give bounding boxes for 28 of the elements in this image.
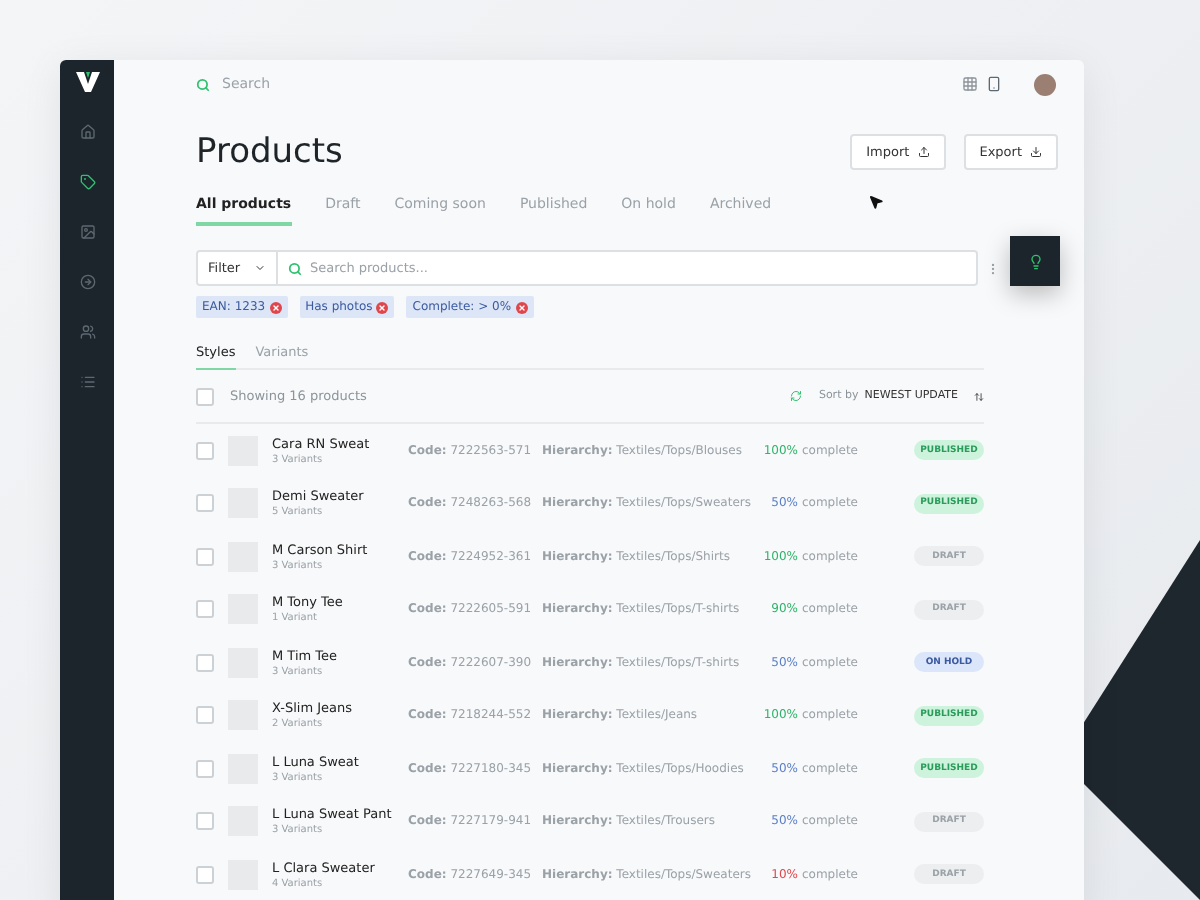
- row-checkbox[interactable]: [196, 547, 214, 566]
- search-icon: [288, 261, 302, 275]
- lightbulb-icon: [1027, 253, 1043, 269]
- page-title: Products: [196, 132, 345, 172]
- remove-icon[interactable]: [515, 301, 528, 313]
- row-checkbox[interactable]: [196, 865, 214, 884]
- select-all-checkbox[interactable]: [196, 387, 214, 405]
- download-icon: [1030, 146, 1042, 158]
- row-checkbox[interactable]: [196, 653, 214, 672]
- row-checkbox[interactable]: [196, 812, 214, 831]
- logo-icon: [73, 68, 101, 96]
- phone-icon[interactable]: [986, 76, 1002, 92]
- row-checkbox[interactable]: [196, 600, 214, 619]
- sort-icon[interactable]: [974, 391, 984, 401]
- row-checkbox[interactable]: [196, 441, 214, 460]
- mouse-pointer-icon: [868, 192, 884, 214]
- lightbulb-button[interactable]: [1010, 236, 1060, 286]
- row-checkbox[interactable]: [196, 759, 214, 778]
- remove-icon[interactable]: [269, 301, 282, 313]
- avatar[interactable]: [1034, 73, 1056, 95]
- upload-icon: [917, 146, 930, 158]
- refresh-icon[interactable]: [790, 390, 803, 402]
- remove-icon[interactable]: [376, 301, 389, 313]
- chevron-down-icon: [254, 262, 266, 274]
- row-checkbox[interactable]: [196, 706, 214, 725]
- search-icon: [196, 77, 210, 91]
- apps-grid-icon[interactable]: [962, 76, 978, 92]
- row-checkbox[interactable]: [196, 494, 214, 513]
